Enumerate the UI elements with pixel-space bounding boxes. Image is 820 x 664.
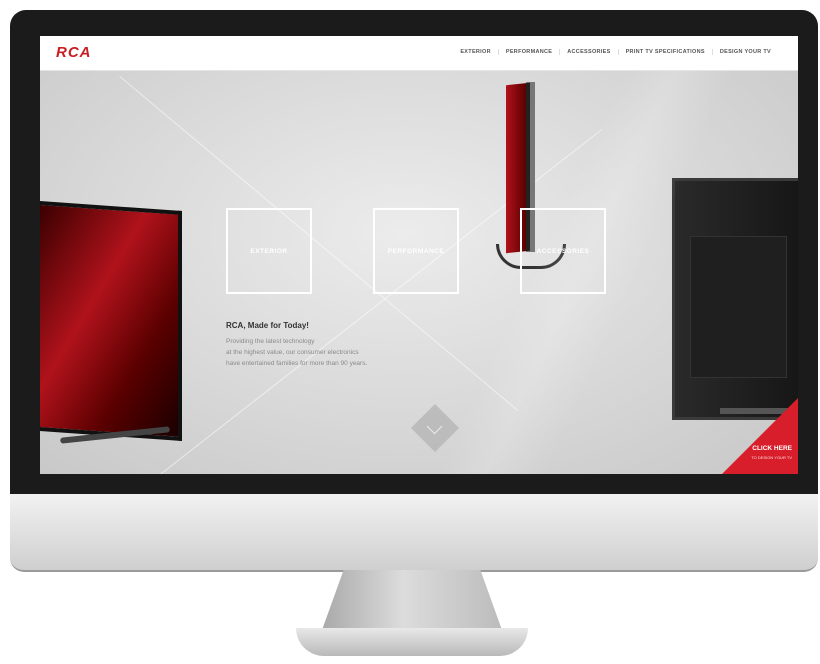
rca-logo[interactable]: RCA <box>56 44 92 61</box>
hero-headline: RCA, Made for Today! <box>226 321 309 330</box>
hero-body: Providing the latest technology at the h… <box>226 336 367 369</box>
site-nav: RCA EXTERIOR PERFORMANCE ACCESSORIES PRI… <box>40 36 798 71</box>
nav-design-your-tv[interactable]: DESIGN YOUR TV <box>711 49 778 55</box>
tile-performance-label: PERFORMANCE <box>387 247 445 255</box>
hero-body-line: Providing the latest technology <box>226 338 315 345</box>
nav-performance[interactable]: PERFORMANCE <box>497 49 559 55</box>
monitor-stand-neck <box>322 570 502 630</box>
hero-body-line: at the highest value, our consumer elect… <box>226 349 359 356</box>
cta-label[interactable]: CLICK HERE <box>752 445 792 452</box>
nav-print-specifications[interactable]: PRINT TV SPECIFICATIONS <box>617 49 712 55</box>
tile-performance[interactable]: PERFORMANCE <box>373 208 459 294</box>
hero-body-line: have entertained families for more than … <box>226 360 368 367</box>
tile-accessories-label: ACCESSORIES <box>536 247 590 255</box>
tile-accessories[interactable]: ACCESSORIES <box>520 208 606 294</box>
design-tv-cta[interactable] <box>722 398 798 474</box>
website-screen: RCA EXTERIOR PERFORMANCE ACCESSORIES PRI… <box>40 36 798 474</box>
monitor-chin <box>10 494 818 572</box>
tile-exterior-label: EXTERIOR <box>250 247 288 255</box>
nav-menu: EXTERIOR PERFORMANCE ACCESSORIES PRINT T… <box>453 49 778 55</box>
monitor-stand-foot <box>296 628 528 656</box>
nav-exterior[interactable]: EXTERIOR <box>453 49 498 55</box>
tile-exterior[interactable]: EXTERIOR <box>226 208 312 294</box>
cta-sublabel: TO DESIGN YOUR TV <box>751 455 792 460</box>
nav-accessories[interactable]: ACCESSORIES <box>559 49 617 55</box>
tv-product-front <box>40 201 182 441</box>
